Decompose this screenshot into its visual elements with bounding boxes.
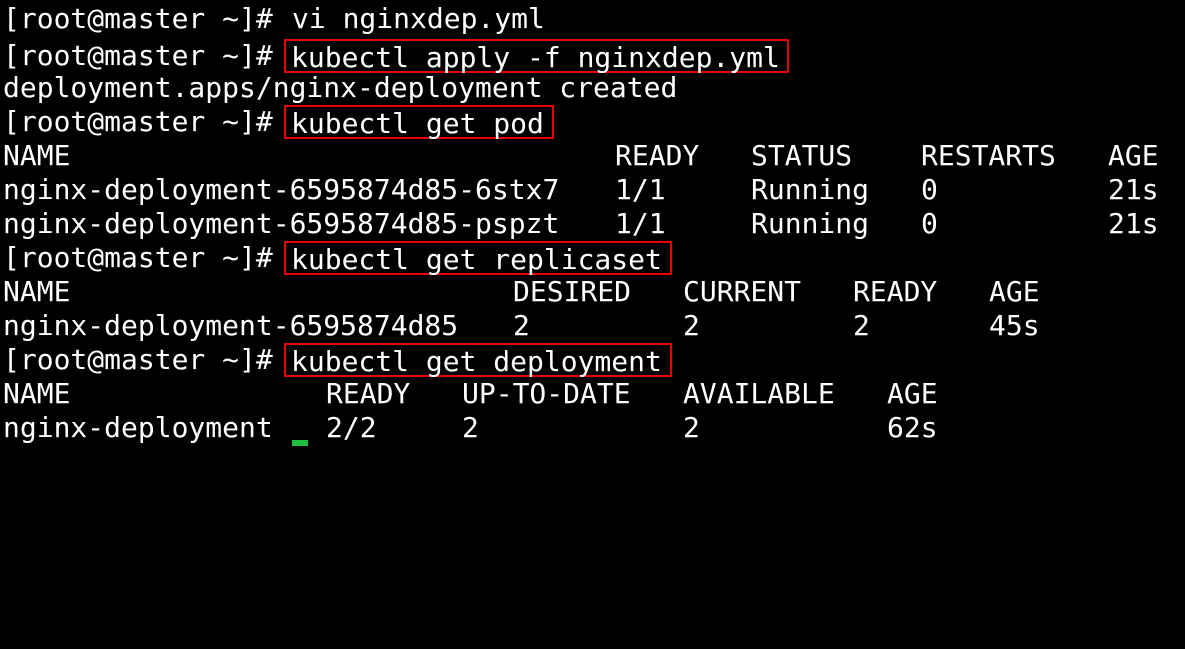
deployment-available: 2 [683, 411, 700, 444]
column-header: RESTARTS [921, 139, 1056, 172]
command-line-get-deployment: [root@master ~]# kubectl get deployment [3, 343, 672, 378]
pod-restarts: 0 [921, 207, 938, 240]
replicaset-age: 45s [989, 309, 1040, 342]
shell-prompt: [root@master ~]# [3, 343, 273, 376]
deployment-table-header: NAME READY UP-TO-DATE AVAILABLE AGE [3, 377, 938, 411]
replicaset-ready: 2 [853, 309, 870, 342]
terminal-window[interactable]: [root@master ~]# vi nginxdep.yml [root@m… [0, 0, 1185, 446]
column-header: NAME [3, 275, 71, 308]
pod-table-header: NAME READY STATUS RESTARTS AGE [3, 139, 1159, 173]
deployment-up-to-date: 2 [462, 411, 479, 444]
highlighted-command-get-pod: kubectl get pod [284, 105, 554, 140]
replicaset-name: nginx-deployment-6595874d85 [3, 309, 459, 342]
column-header: READY [326, 377, 411, 410]
column-header: READY [853, 275, 938, 308]
deployment-ready: 2/2 [326, 411, 377, 444]
pod-status: Running [751, 207, 870, 240]
apply-output: deployment.apps/nginx-deployment created [3, 71, 677, 105]
highlighted-command-apply: kubectl apply -f nginxdep.yml [284, 39, 789, 74]
replicaset-current: 2 [683, 309, 700, 342]
column-header: DESIRED [513, 275, 632, 308]
shell-prompt: [root@master ~]# [3, 105, 273, 138]
pod-age: 21s [1108, 173, 1159, 206]
pod-status: Running [751, 173, 870, 206]
column-header: AGE [887, 377, 938, 410]
pod-ready: 1/1 [615, 173, 666, 206]
pod-name: nginx-deployment-6595874d85-pspzt [3, 207, 560, 240]
column-header: STATUS [751, 139, 853, 172]
pod-age: 21s [1108, 207, 1159, 240]
pod-name: nginx-deployment-6595874d85-6stx7 [3, 173, 560, 206]
terminal-cursor [292, 440, 308, 446]
table-row: nginx-deployment-6595874d85-6stx7 1/1 Ru… [3, 173, 1159, 207]
command-line-get-pod: [root@master ~]# kubectl get pod [3, 105, 554, 140]
column-header: CURRENT [683, 275, 802, 308]
deployment-name: nginx-deployment [3, 411, 273, 444]
highlighted-command-get-deployment: kubectl get deployment [284, 343, 672, 378]
output-text: deployment.apps/nginx-deployment created [3, 71, 678, 104]
column-header: AVAILABLE [683, 377, 835, 410]
column-header: AGE [1108, 139, 1159, 172]
command-line-get-replicaset: [root@master ~]# kubectl get replicaset [3, 241, 672, 276]
command-text: vi nginxdep.yml [292, 2, 545, 35]
replicaset-desired: 2 [513, 309, 530, 342]
shell-prompt: [root@master ~]# [3, 241, 273, 274]
replicaset-table-header: NAME DESIRED CURRENT READY AGE [3, 275, 1040, 309]
column-header: READY [615, 139, 700, 172]
shell-prompt: [root@master ~]# [3, 39, 273, 72]
pod-ready: 1/1 [615, 207, 666, 240]
shell-prompt: [root@master ~]# [3, 2, 273, 35]
command-line-apply: [root@master ~]# kubectl apply -f nginxd… [3, 39, 789, 74]
table-row: nginx-deployment-6595874d85 2 2 2 45s [3, 309, 1040, 343]
deployment-age: 62s [887, 411, 938, 444]
pod-restarts: 0 [921, 173, 938, 206]
table-row: nginx-deployment-6595874d85-pspzt 1/1 Ru… [3, 207, 1159, 241]
table-row: nginx-deployment 2/2 2 2 62s [3, 411, 938, 445]
column-header: AGE [989, 275, 1040, 308]
highlighted-command-get-replicaset: kubectl get replicaset [284, 241, 672, 276]
column-header: NAME [3, 377, 71, 410]
command-line-vi: [root@master ~]# vi nginxdep.yml [3, 2, 545, 36]
column-header: NAME [3, 139, 71, 172]
column-header: UP-TO-DATE [462, 377, 631, 410]
